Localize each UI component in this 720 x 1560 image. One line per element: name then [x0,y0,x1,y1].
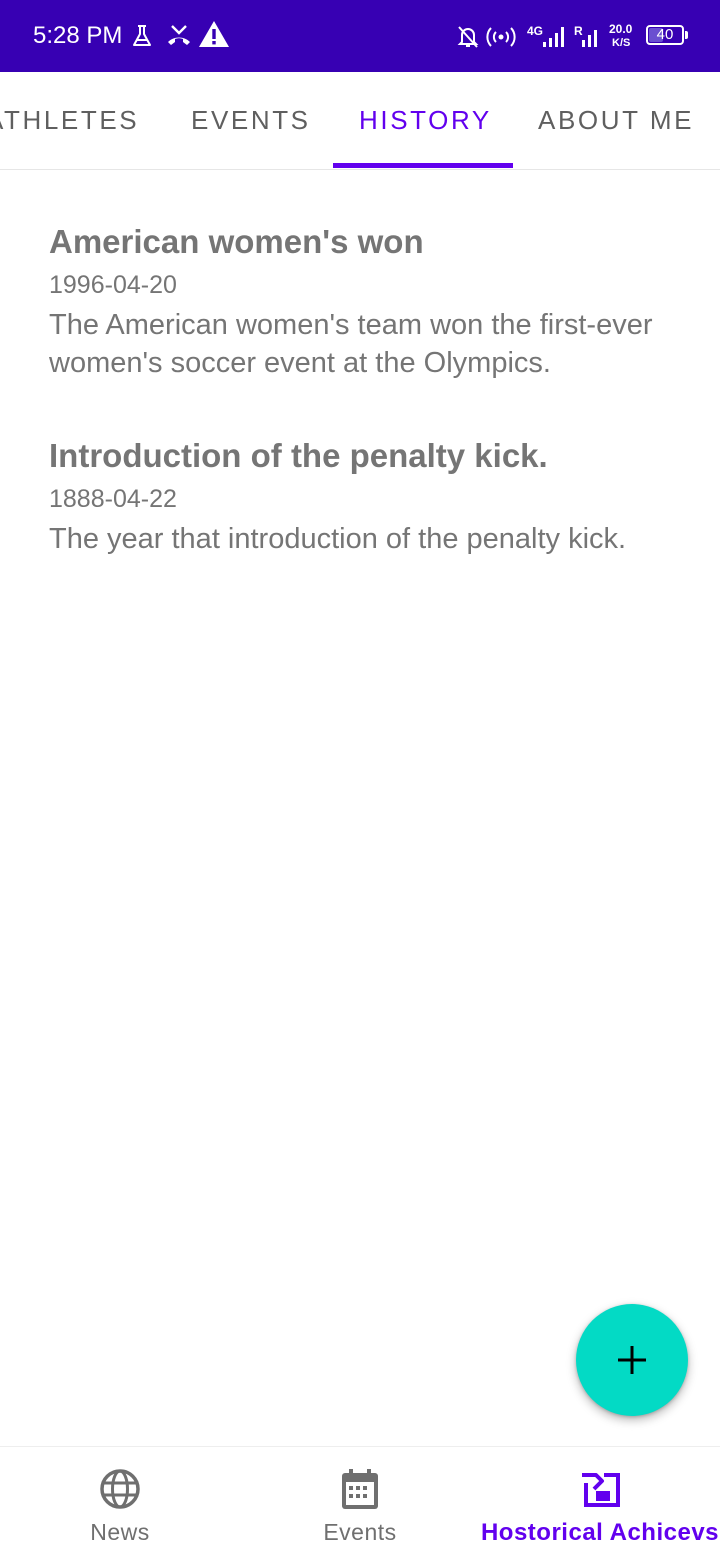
nav-item-events[interactable]: Events [240,1447,480,1560]
app-screen: 5:28 PM 4G R 20.0 K/S 40 ATHLETES EVENTS… [0,0,720,1560]
history-item[interactable]: Introduction of the penalty kick. 1888-0… [49,434,669,558]
missed-call-icon [166,22,192,53]
tab-events[interactable]: EVENTS [191,72,311,169]
signal-icon [541,24,567,53]
add-history-button[interactable] [576,1304,688,1416]
calendar-icon [340,1467,380,1511]
history-item-title: American women's won [49,223,424,260]
nav-label-events: Events [323,1519,397,1545]
tab-active-indicator [333,163,513,168]
history-item[interactable]: American women's won 1996-04-20 The Amer… [49,220,669,382]
battery-indicator: 40 [646,25,684,45]
bottom-navigation: News Events Hostorical Achicevs [0,1446,720,1560]
history-item-title: Introduction of the penalty kick. [49,437,548,474]
nav-label-news: News [90,1519,150,1545]
warning-icon [198,20,230,53]
nav-item-news[interactable]: News [0,1447,240,1560]
tab-about-me[interactable]: ABOUT ME [538,72,694,169]
globe-icon [100,1467,140,1511]
history-list: American women's won 1996-04-20 The Amer… [49,220,669,610]
history-item-date: 1888-04-22 [49,485,177,513]
flask-icon [132,24,152,53]
history-item-description: The year that introduction of the penalt… [49,523,627,555]
history-item-description: The American women's team won the first-… [49,309,653,379]
tab-athletes[interactable]: ATHLETES [0,72,139,169]
mute-bell-icon [456,24,480,55]
hotspot-icon [486,26,516,53]
top-tab-bar: ATHLETES EVENTS HISTORY ABOUT ME [0,72,720,170]
network-speed-value: 20.0 [609,22,633,36]
status-bar: 5:28 PM 4G R 20.0 K/S 40 [0,0,720,72]
plus-icon [618,1346,646,1374]
achievement-icon [580,1467,620,1511]
history-item-date: 1996-04-20 [49,271,177,299]
network-speed-unit: K/S [612,37,631,49]
tab-history[interactable]: HISTORY [359,72,492,169]
nav-label-historical-achievements: Hostorical Achicevs [480,1519,720,1546]
battery-tip [685,31,688,39]
signal-icon-2 [580,24,604,53]
nav-item-historical-achievements[interactable]: Hostorical Achicevs [480,1447,720,1560]
status-time: 5:28 PM [33,22,123,49]
battery-level: 40 [656,26,674,43]
